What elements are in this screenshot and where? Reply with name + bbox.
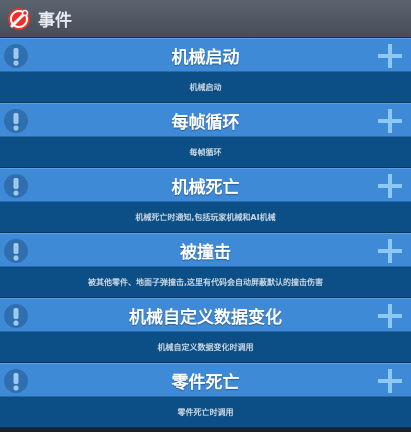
info-icon <box>4 44 28 68</box>
event-item-part-death: 零件死亡 零件死亡时调用 <box>0 363 411 428</box>
event-bar: 机械死亡 <box>0 168 411 202</box>
event-title: 零件死亡 <box>171 372 240 393</box>
panel-header: 事件 <box>0 0 411 38</box>
event-description: 每帧循环 <box>0 137 411 168</box>
panel-title: 事件 <box>38 11 72 31</box>
info-icon <box>4 109 28 133</box>
event-item-custom-data-change: 机械自定义数据变化 机械自定义数据变化时调用 <box>0 298 411 363</box>
add-icon[interactable] <box>377 303 403 329</box>
event-bar: 机械自定义数据变化 <box>0 298 411 332</box>
event-description: 零件死亡时调用 <box>0 397 411 428</box>
info-icon <box>4 239 28 263</box>
add-icon[interactable] <box>377 238 403 264</box>
event-title: 机械自定义数据变化 <box>129 307 282 328</box>
info-icon <box>4 174 28 198</box>
info-icon <box>4 369 28 393</box>
event-title: 每帧循环 <box>171 112 240 133</box>
event-title: 机械死亡 <box>171 177 240 198</box>
event-item-mech-death: 机械死亡 机械死亡时通知,包括玩家机械和AI机械 <box>0 168 411 233</box>
event-item-hit: 被撞击 被其他零件、地面子弹撞击,这里有代码会自动屏蔽默认的撞击伤害 <box>0 233 411 298</box>
event-title: 被撞击 <box>180 242 231 263</box>
event-description: 机械死亡时通知,包括玩家机械和AI机械 <box>0 202 411 233</box>
event-bar: 零件死亡 <box>0 363 411 397</box>
events-panel: 事件 机械启动 机械启动 每帧循环 每帧循环 机械死亡 机械死亡时通知,包括玩家… <box>0 0 411 432</box>
event-title: 机械启动 <box>171 47 240 68</box>
add-icon[interactable] <box>377 43 403 69</box>
add-icon[interactable] <box>377 368 403 394</box>
event-item-every-frame: 每帧循环 每帧循环 <box>0 103 411 168</box>
event-item-mech-start: 机械启动 机械启动 <box>0 38 411 103</box>
event-description: 机械自定义数据变化时调用 <box>0 332 411 363</box>
add-icon[interactable] <box>377 173 403 199</box>
info-icon <box>4 304 28 328</box>
wrench-icon <box>8 7 30 30</box>
event-bar: 机械启动 <box>0 38 411 72</box>
event-description: 被其他零件、地面子弹撞击,这里有代码会自动屏蔽默认的撞击伤害 <box>0 267 411 298</box>
event-bar: 被撞击 <box>0 233 411 267</box>
event-description: 机械启动 <box>0 72 411 103</box>
event-list: 机械启动 机械启动 每帧循环 每帧循环 机械死亡 机械死亡时通知,包括玩家机械和… <box>0 38 411 428</box>
add-icon[interactable] <box>377 108 403 134</box>
event-bar: 每帧循环 <box>0 103 411 137</box>
